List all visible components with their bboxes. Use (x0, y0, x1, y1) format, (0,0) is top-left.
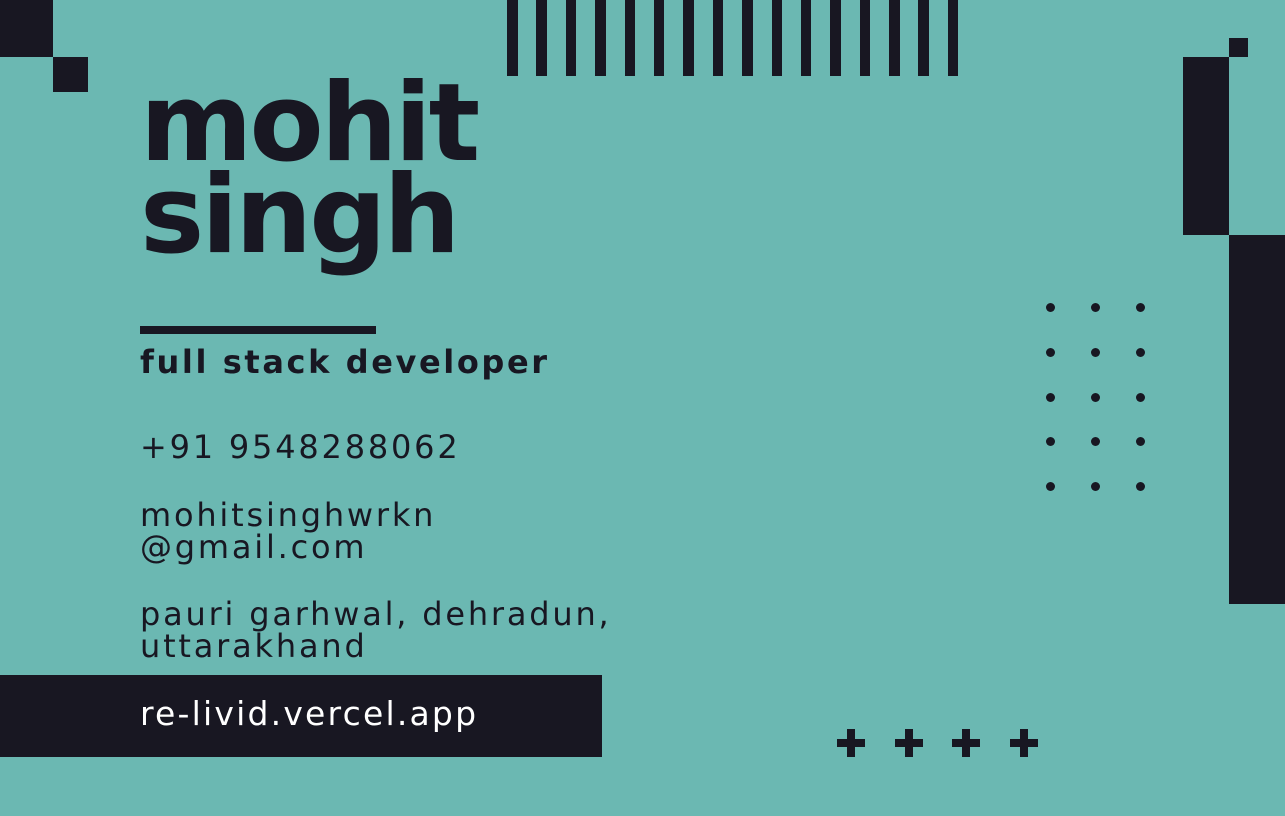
website-link[interactable]: re-livid.vercel.app (140, 694, 478, 733)
stripe (918, 0, 929, 76)
dot-grid (1046, 303, 1145, 492)
dot (1091, 437, 1100, 447)
stripe (947, 0, 959, 76)
person-name: mohit singh (140, 70, 480, 278)
dot (1136, 347, 1145, 357)
right-small-square (1229, 38, 1248, 57)
corner-square-small (53, 57, 88, 92)
address-line-2: uttarakhand (140, 627, 368, 665)
email-address: mohitsinghwrkn @gmail.com (140, 499, 436, 563)
stripe (595, 0, 606, 76)
business-card: mohit singh full stack developer +91 954… (0, 0, 1285, 816)
phone-number: +91 9548288062 (140, 428, 461, 466)
plus-icon (837, 729, 865, 757)
dot (1046, 392, 1055, 402)
stripe (653, 0, 665, 76)
stripe (683, 0, 694, 76)
stripe (624, 0, 636, 76)
stripe (830, 0, 841, 76)
dot (1091, 347, 1100, 357)
stripe (859, 0, 871, 76)
right-block-lower (1229, 235, 1285, 604)
job-title: full stack developer (140, 343, 550, 381)
dot (1091, 303, 1100, 312)
stripe (800, 0, 812, 76)
stripe (565, 0, 577, 76)
dot (1136, 303, 1145, 312)
postal-address: pauri garhwal, dehradun, uttarakhand (140, 598, 612, 662)
stripe (536, 0, 547, 76)
stripe (742, 0, 753, 76)
website-banner: re-livid.vercel.app (0, 675, 602, 757)
dot (1091, 482, 1100, 492)
dot (1136, 437, 1145, 447)
plus-icon (894, 729, 923, 757)
dot (1046, 482, 1055, 492)
corner-square-large (0, 0, 53, 57)
dot (1091, 392, 1100, 402)
plus-icon (952, 729, 980, 757)
right-block-upper (1183, 57, 1229, 235)
stripe (507, 0, 518, 76)
stripe (712, 0, 724, 76)
plus-icon (1009, 729, 1038, 757)
address-line-1: pauri garhwal, dehradun, (140, 595, 612, 633)
vertical-stripes (507, 0, 959, 76)
dot (1136, 482, 1145, 492)
email-line-2: @gmail.com (140, 528, 368, 566)
dot (1046, 437, 1055, 447)
email-line-1: mohitsinghwrkn (140, 496, 437, 534)
dot (1046, 303, 1055, 312)
name-underline (140, 326, 376, 334)
dot (1136, 392, 1145, 402)
dot (1046, 347, 1055, 357)
last-name: singh (140, 153, 460, 278)
stripe (889, 0, 900, 76)
stripe (771, 0, 783, 76)
